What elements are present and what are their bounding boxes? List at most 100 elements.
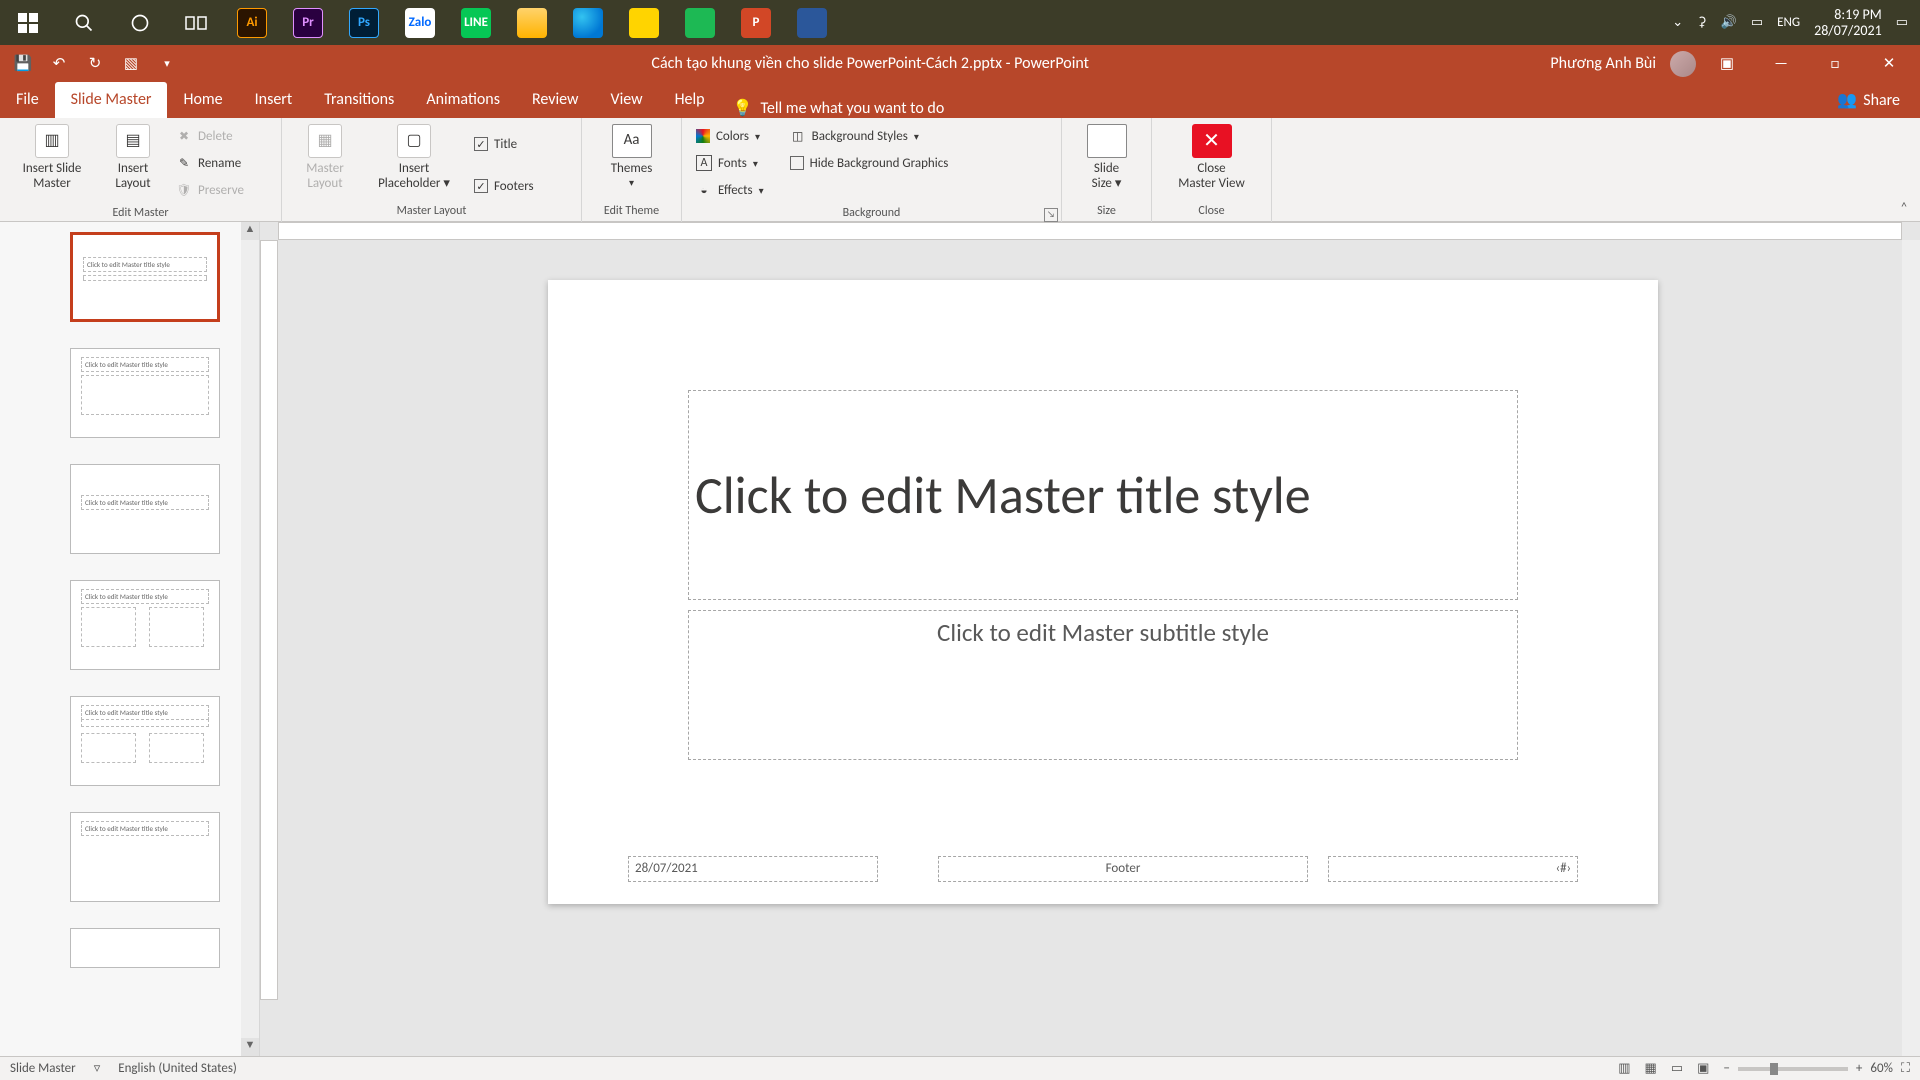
- thumb-title-label: Click to edit Master title style: [81, 589, 209, 604]
- tab-help[interactable]: Help: [659, 82, 721, 118]
- slide-size-button[interactable]: Slide Size ▾: [1072, 122, 1142, 200]
- background-styles-button[interactable]: ◫Background Styles▾: [784, 124, 955, 148]
- slide-canvas-area[interactable]: Click to edit Master title style Click t…: [278, 240, 1902, 1056]
- insert-layout-button[interactable]: ▤ Insert Layout: [100, 122, 166, 200]
- tell-me-search[interactable]: 💡 Tell me what you want to do: [721, 98, 957, 118]
- start-from-beginning-icon[interactable]: ▧: [118, 51, 144, 77]
- title-placeholder[interactable]: Click to edit Master title style: [688, 390, 1518, 600]
- view-buttons: ▥ ▦ ▭ ▣ − + 60% ⛶: [1618, 1061, 1910, 1076]
- redo-icon[interactable]: ↻: [82, 51, 108, 77]
- taskbar-app-line[interactable]: LINE: [448, 0, 504, 45]
- reading-view-icon[interactable]: ▭: [1671, 1061, 1683, 1076]
- zoom-in-button[interactable]: +: [1856, 1061, 1862, 1076]
- user-avatar[interactable]: [1670, 51, 1696, 77]
- user-name[interactable]: Phương Anh Bùi: [1550, 54, 1656, 73]
- hide-bg-checkbox[interactable]: Hide Background Graphics: [784, 151, 955, 175]
- taskbar-app-edge[interactable]: [560, 0, 616, 45]
- slide-sorter-view-icon[interactable]: ▦: [1645, 1061, 1657, 1076]
- dropdown-icon: ▾: [759, 184, 764, 197]
- slideshow-view-icon[interactable]: ▣: [1697, 1061, 1709, 1076]
- zoom-level[interactable]: 60%: [1870, 1061, 1892, 1076]
- checkbox-checked-icon: ✓: [474, 137, 488, 151]
- close-master-label: Close Master View: [1178, 162, 1245, 192]
- zoom-slider[interactable]: [1738, 1067, 1848, 1071]
- slide-master-canvas[interactable]: Click to edit Master title style Click t…: [548, 280, 1658, 904]
- ime-indicator[interactable]: ENG: [1777, 15, 1800, 30]
- themes-button[interactable]: Aa Themes ▾: [592, 122, 672, 200]
- taskbar-app-notes[interactable]: [616, 0, 672, 45]
- scroll-up-icon[interactable]: ▲: [241, 222, 259, 240]
- taskbar-app-premiere[interactable]: Pr: [280, 0, 336, 45]
- thumbnail-layout[interactable]: Click to edit Master title style: [70, 348, 220, 438]
- zoom-slider-thumb[interactable]: [1770, 1063, 1778, 1075]
- group-label-master-layout: Master Layout: [282, 200, 581, 222]
- qat-customize-icon[interactable]: ▾: [154, 51, 180, 77]
- volume-icon[interactable]: 🔊: [1721, 15, 1737, 30]
- tab-home[interactable]: Home: [167, 82, 238, 118]
- ribbon-display-icon[interactable]: ▣: [1704, 45, 1750, 82]
- collapse-ribbon-icon[interactable]: ˄: [1894, 199, 1914, 219]
- tab-slide-master[interactable]: Slide Master: [55, 82, 168, 118]
- close-master-view-button[interactable]: ✕ Close Master View: [1162, 122, 1262, 200]
- thumbnail-layout[interactable]: Click to edit Master title style: [70, 464, 220, 554]
- ribbon-group-close: ✕ Close Master View Close: [1152, 118, 1272, 222]
- dialog-launcher-icon[interactable]: ↘: [1044, 208, 1058, 222]
- effects-button[interactable]: ◒Effects▾: [690, 178, 770, 202]
- search-icon[interactable]: [56, 0, 112, 45]
- taskbar-app-snip[interactable]: [784, 0, 840, 45]
- tab-file[interactable]: File: [0, 82, 55, 118]
- fonts-button[interactable]: AFonts▾: [690, 151, 770, 175]
- tab-transitions[interactable]: Transitions: [308, 82, 410, 118]
- maximize-button[interactable]: □: [1812, 45, 1858, 82]
- zoom-out-button[interactable]: −: [1723, 1061, 1729, 1076]
- thumbnail-scrollbar[interactable]: ▲ ▼: [241, 222, 259, 1056]
- slide-number-placeholder[interactable]: ‹#›: [1328, 856, 1578, 882]
- thumbnail-layout[interactable]: Click to edit Master title style: [70, 812, 220, 902]
- taskbar-clock[interactable]: 8:19 PM 28/07/2021: [1814, 7, 1882, 38]
- status-language[interactable]: English (United States): [118, 1061, 237, 1076]
- footer-placeholder[interactable]: Footer: [938, 856, 1308, 882]
- thumbnail-layout[interactable]: Click to edit Master title style: [70, 696, 220, 786]
- insert-slide-master-button[interactable]: ▥ Insert Slide Master: [8, 122, 96, 200]
- scroll-down-icon[interactable]: ▼: [241, 1038, 259, 1056]
- tray-chevron-icon[interactable]: ⌄: [1672, 15, 1683, 30]
- taskbar-app-photoshop[interactable]: Ps: [336, 0, 392, 45]
- close-button[interactable]: ✕: [1866, 45, 1912, 82]
- colors-button[interactable]: Colors▾: [690, 124, 770, 148]
- canvas-scrollbar[interactable]: [1902, 240, 1920, 1056]
- insert-placeholder-button[interactable]: ▢ Insert Placeholder ▾: [364, 122, 464, 200]
- task-view-icon[interactable]: [168, 0, 224, 45]
- taskbar-app-powerpoint[interactable]: [728, 0, 784, 45]
- battery-icon[interactable]: ▭: [1751, 15, 1763, 30]
- save-icon[interactable]: 💾: [10, 51, 36, 77]
- undo-icon[interactable]: ↶: [46, 51, 72, 77]
- tab-insert[interactable]: Insert: [239, 82, 309, 118]
- tab-animations[interactable]: Animations: [410, 82, 516, 118]
- taskbar-app-spotify[interactable]: [672, 0, 728, 45]
- tab-review[interactable]: Review: [516, 82, 595, 118]
- thumbnail-layout[interactable]: [70, 928, 220, 968]
- wifi-icon[interactable]: ⚳: [1697, 15, 1707, 30]
- action-center-icon[interactable]: ▭: [1896, 15, 1908, 30]
- fit-to-window-icon[interactable]: ⛶: [1901, 1061, 1910, 1076]
- footers-checkbox[interactable]: ✓Footers: [468, 174, 540, 198]
- thumbnail-layout[interactable]: Click to edit Master title style: [70, 580, 220, 670]
- cortana-icon[interactable]: [112, 0, 168, 45]
- title-checkbox[interactable]: ✓Title: [468, 132, 540, 156]
- rename-button[interactable]: ✎Rename: [170, 151, 250, 175]
- tell-me-label: Tell me what you want to do: [761, 99, 945, 118]
- spell-check-icon[interactable]: ▿: [94, 1061, 101, 1076]
- subtitle-placeholder[interactable]: Click to edit Master subtitle style: [688, 610, 1518, 760]
- thumbnail-master[interactable]: Click to edit Master title style: [70, 232, 220, 322]
- taskbar-app-illustrator[interactable]: Ai: [224, 0, 280, 45]
- normal-view-icon[interactable]: ▥: [1618, 1061, 1630, 1076]
- tab-view[interactable]: View: [594, 82, 658, 118]
- date-placeholder[interactable]: 28/07/2021: [628, 856, 878, 882]
- taskbar-date: 28/07/2021: [1814, 23, 1882, 38]
- taskbar-app-zalo[interactable]: Zalo: [392, 0, 448, 45]
- minimize-button[interactable]: —: [1758, 45, 1804, 82]
- share-button[interactable]: 👥 Share: [1817, 82, 1920, 118]
- start-button[interactable]: [0, 0, 56, 45]
- taskbar-app-explorer[interactable]: [504, 0, 560, 45]
- insert-placeholder-label: Insert Placeholder ▾: [378, 162, 450, 192]
